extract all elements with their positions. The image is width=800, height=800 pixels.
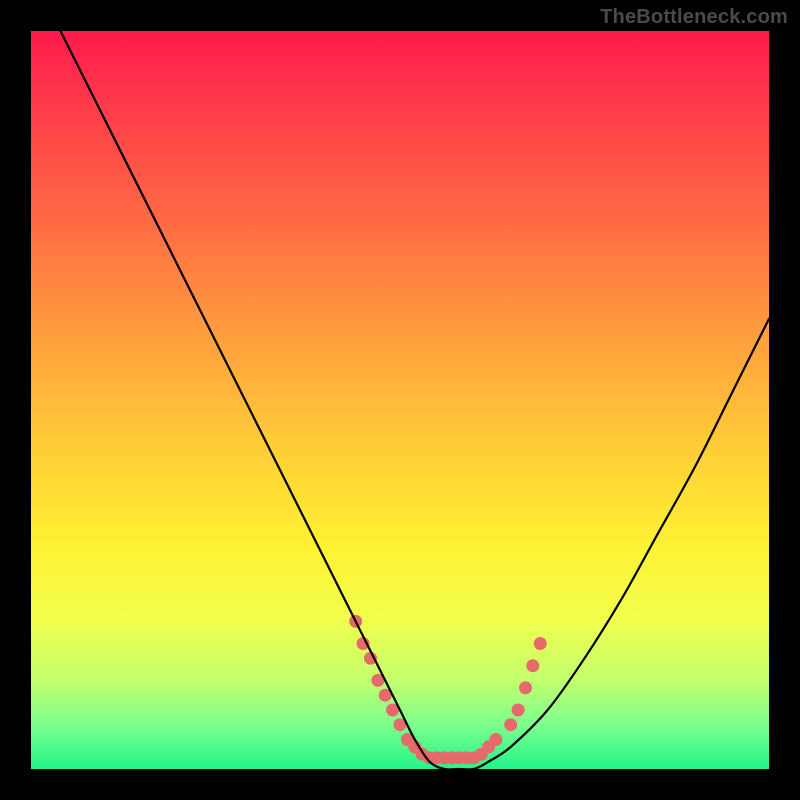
highlight-dot (489, 733, 502, 746)
watermark-text: TheBottleneck.com (600, 6, 788, 29)
highlight-dot (519, 681, 532, 694)
highlight-dot (512, 704, 525, 717)
highlight-dot (534, 637, 547, 650)
plot-area (31, 31, 769, 769)
chart-svg (31, 31, 769, 769)
highlight-dot (504, 718, 517, 731)
frame: TheBottleneck.com (0, 0, 800, 800)
bottleneck-curve (31, 0, 769, 770)
highlight-dot (526, 659, 539, 672)
